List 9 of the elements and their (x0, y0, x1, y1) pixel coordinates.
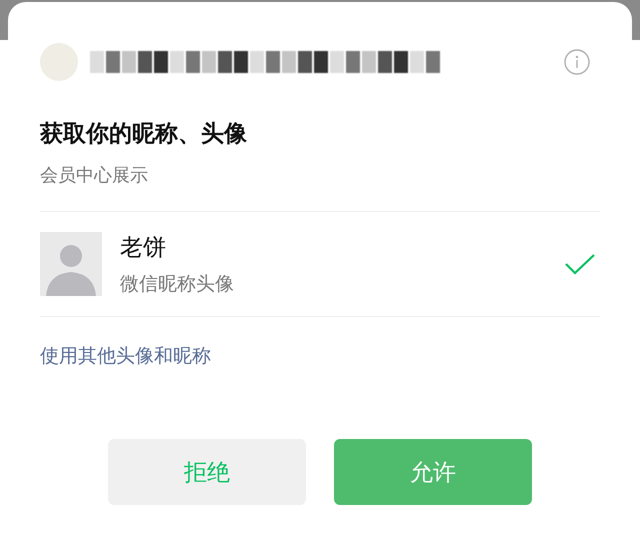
account-caption: 微信昵称头像 (120, 272, 234, 296)
account-option[interactable]: 老饼 微信昵称头像 (40, 212, 600, 316)
dialog-subtitle: 会员中心展示 (40, 164, 149, 187)
avatar-silhouette (40, 232, 102, 296)
other-avatar-link[interactable]: 使用其他头像和昵称 (40, 343, 211, 369)
info-icon[interactable] (564, 49, 590, 75)
nickname: 老饼 (120, 234, 167, 262)
app-logo-icon (40, 43, 78, 81)
dialog-title: 获取你的昵称、头像 (40, 120, 248, 149)
